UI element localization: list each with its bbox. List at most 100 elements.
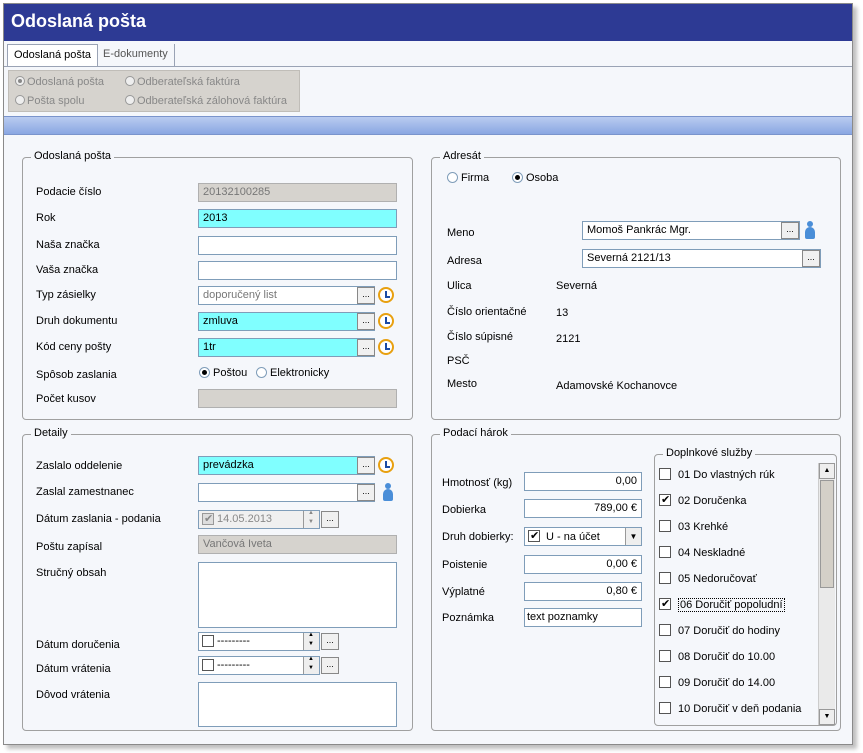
datum-dorucenia-checkbox[interactable]	[202, 635, 214, 648]
label-zaslal-zamestnanec: Zaslal zamestnanec	[36, 486, 134, 498]
checkbox[interactable]	[659, 650, 671, 662]
radio-postou[interactable]: Poštou	[199, 367, 247, 379]
tab-e-dokumenty[interactable]: E-dokumenty	[97, 44, 175, 67]
typ-zasielky-clock-icon[interactable]	[378, 287, 394, 303]
radio-firma[interactable]: Firma	[447, 172, 489, 184]
scrollbar-thumb[interactable]	[820, 480, 834, 588]
rok-field[interactable]: 2013	[198, 209, 397, 228]
radio-dot	[256, 367, 267, 378]
checkbox[interactable]	[659, 468, 671, 480]
filter-odberatelska-faktura[interactable]: Odberateľská faktúra	[125, 76, 240, 88]
list-item[interactable]: 02 Doručenka	[659, 493, 747, 507]
label-typ-zasielky: Typ zásielky	[36, 289, 96, 301]
poistenie-field[interactable]: 0,00 €	[524, 555, 642, 574]
datum-zaslania-checkbox[interactable]	[202, 512, 214, 526]
group-legend: Adresát	[440, 150, 484, 162]
label-cislo-orientacne: Číslo orientačné	[447, 306, 527, 318]
datum-dorucenia-picker[interactable]: ---------	[198, 632, 320, 651]
chevron-down-icon[interactable]: ▼	[625, 528, 641, 545]
zaslal-zamestnanec-field[interactable]	[198, 483, 375, 502]
checkbox[interactable]	[659, 597, 671, 610]
meno-field[interactable]: Momoš Pankrác Mgr.	[582, 221, 800, 240]
adresa-field[interactable]: Severná 2121/13	[582, 249, 821, 268]
list-item[interactable]: 07 Doručiť do hodiny	[659, 624, 780, 637]
contact-person-icon[interactable]	[804, 221, 816, 239]
pocet-kusov-field	[198, 389, 397, 408]
druh-dokumentu-browse-button[interactable]: ...	[357, 313, 375, 330]
datum-vratenia-picker[interactable]: ---------	[198, 656, 320, 675]
filter-odoslana-posta[interactable]: Odoslaná pošta	[15, 76, 104, 88]
filter-odberatelska-zalohova-faktura[interactable]: Odberateľská zálohová faktúra	[125, 95, 287, 107]
scroll-up-icon[interactable]: ▲	[819, 463, 835, 479]
datum-dorucenia-browse-button[interactable]: ...	[321, 633, 339, 650]
doplnkove-sluzby-scrollbar[interactable]: ▲ ▼	[818, 463, 835, 725]
datum-dorucenia-spinner[interactable]	[303, 632, 319, 650]
checkbox[interactable]	[659, 520, 671, 532]
checkbox[interactable]	[659, 676, 671, 688]
kod-ceny-clock-icon[interactable]	[378, 339, 394, 355]
label-ulica: Ulica	[447, 280, 472, 292]
tab-odoslana-posta[interactable]: Odoslaná pošta	[7, 44, 99, 67]
label-poistenie: Poistenie	[442, 559, 488, 571]
datum-vratenia-spinner[interactable]	[303, 656, 319, 674]
label-mesto: Mesto	[447, 378, 477, 390]
zaslal-zamestnanec-browse-button[interactable]: ...	[357, 484, 375, 501]
filter-posta-spolu[interactable]: Pošta spolu	[15, 95, 84, 107]
checkbox[interactable]	[659, 572, 671, 584]
dovod-vratenia-textarea[interactable]	[198, 682, 397, 727]
strucny-obsah-textarea[interactable]	[198, 562, 397, 628]
list-item[interactable]: 01 Do vlastných rúk	[659, 468, 775, 481]
group-legend: Podací hárok	[440, 427, 511, 439]
adresa-browse-button[interactable]: ...	[802, 250, 820, 267]
checkbox[interactable]	[659, 624, 671, 636]
meno-browse-button[interactable]: ...	[781, 222, 799, 239]
nasa-znacka-field[interactable]	[198, 236, 397, 255]
zaslalo-oddelenie-clock-icon[interactable]	[378, 457, 394, 473]
zamestnanec-person-icon[interactable]	[382, 483, 394, 501]
druh-dobierky-combo[interactable]: U - na účet ▼	[524, 527, 642, 546]
list-item[interactable]: 08 Doručiť do 10.00	[659, 650, 775, 663]
zaslalo-oddelenie-browse-button[interactable]: ...	[357, 457, 375, 474]
kod-ceny-browse-button[interactable]: ...	[357, 339, 375, 356]
list-item-label: 03 Krehké	[678, 521, 729, 533]
radio-dot	[15, 76, 25, 86]
dobierka-field[interactable]: 789,00 €	[524, 499, 642, 518]
label-adresa: Adresa	[447, 255, 482, 267]
vasa-znacka-field[interactable]	[198, 261, 397, 280]
list-item[interactable]: 09 Doručiť do 14.00	[659, 676, 775, 689]
druh-dokumentu-field[interactable]: zmluva	[198, 312, 375, 331]
radio-label: Osoba	[526, 172, 559, 184]
poznamka-field[interactable]: text poznamky	[524, 608, 642, 627]
kod-ceny-field[interactable]: 1tr	[198, 338, 375, 357]
vyplatne-field[interactable]: 0,80 €	[524, 582, 642, 601]
checkbox[interactable]	[659, 702, 671, 714]
list-item[interactable]: 04 Neskladné	[659, 546, 745, 559]
radio-osoba[interactable]: Osoba	[512, 172, 558, 184]
list-item-label: 08 Doručiť do 10.00	[678, 651, 776, 663]
druh-dokumentu-clock-icon[interactable]	[378, 313, 394, 329]
window: Odoslaná pošta Odoslaná pošta E-dokument…	[3, 3, 853, 745]
druh-dobierky-checkbox[interactable]	[528, 529, 540, 542]
typ-zasielky-field[interactable]: doporučený list	[198, 286, 375, 305]
scroll-down-icon[interactable]: ▼	[819, 709, 835, 725]
datum-vratenia-checkbox[interactable]	[202, 659, 214, 672]
list-item[interactable]: 05 Nedoručovať	[659, 572, 757, 585]
list-item[interactable]: 03 Krehké	[659, 520, 728, 533]
datum-zaslania-spinner[interactable]	[303, 510, 319, 528]
datum-zaslania-browse-button[interactable]: ...	[321, 511, 339, 528]
group-detaily: Detaily Zaslalo oddelenie prevádzka ... …	[22, 427, 413, 731]
list-item[interactable]: 06 Doručiť popoludní	[659, 597, 785, 612]
datum-vratenia-browse-button[interactable]: ...	[321, 657, 339, 674]
hmotnost-field[interactable]: 0,00	[524, 472, 642, 491]
checkbox[interactable]	[659, 546, 671, 558]
typ-zasielky-browse-button[interactable]: ...	[357, 287, 375, 304]
radio-elektronicky[interactable]: Elektronicky	[256, 367, 329, 379]
radio-dot	[199, 367, 210, 378]
datum-zaslania-picker[interactable]: 14.05.2013	[198, 510, 320, 529]
list-item[interactable]: 10 Doručiť v deň podania	[659, 702, 801, 715]
checkbox[interactable]	[659, 493, 671, 506]
label-nasa-znacka: Naša značka	[36, 239, 100, 251]
zaslalo-oddelenie-field[interactable]: prevádzka	[198, 456, 375, 475]
filter-label: Odberateľská faktúra	[137, 76, 240, 88]
label-zaslalo-oddelenie: Zaslalo oddelenie	[36, 460, 123, 472]
